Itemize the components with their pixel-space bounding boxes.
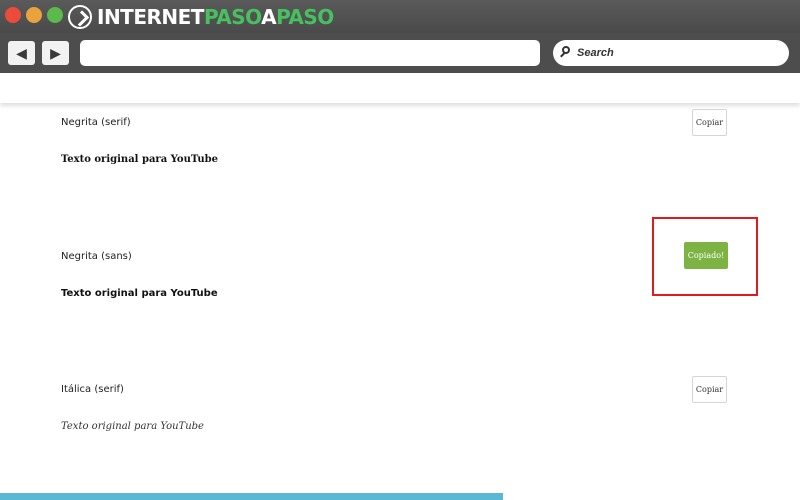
style-label-italic-serif: Itálica (serif) [61,384,124,395]
copy-button-italic-serif[interactable]: Copiar [692,376,727,403]
copy-button-bold-serif[interactable]: Copiar [692,109,727,136]
bottom-accent-bar [0,493,503,500]
window-titlebar: INTERNETPASOAPASO [0,0,800,33]
copied-button-bold-sans[interactable]: Copiado! [684,242,728,269]
back-button[interactable]: ◀ [8,41,35,65]
style-label-bold-sans: Negrita (sans) [61,251,132,262]
style-label-bold-serif: Negrita (serif) [61,117,131,128]
sample-text-italic-serif: Texto original para YouTube [61,421,204,432]
forward-button[interactable]: ▶ [42,41,69,65]
search-label: Search [577,47,614,59]
forward-arrow-icon: ▶ [50,45,61,61]
browser-toolbar: ◀ ▶ Search [0,33,800,73]
maximize-window-button[interactable] [47,7,63,23]
search-field[interactable]: Search [553,40,789,66]
logo-text: INTERNETPASOAPASO [97,5,334,29]
close-window-button[interactable] [5,7,21,23]
page-header-strip [0,73,800,103]
sample-text-bold-sans: Texto original para YouTube [61,288,218,299]
sample-text-bold-serif: Texto original para YouTube [61,154,219,165]
search-icon [562,46,572,56]
logo-check-icon [68,5,92,29]
site-logo: INTERNETPASOAPASO [68,3,334,31]
address-bar[interactable] [80,40,540,66]
back-arrow-icon: ◀ [16,45,27,61]
minimize-window-button[interactable] [26,7,42,23]
